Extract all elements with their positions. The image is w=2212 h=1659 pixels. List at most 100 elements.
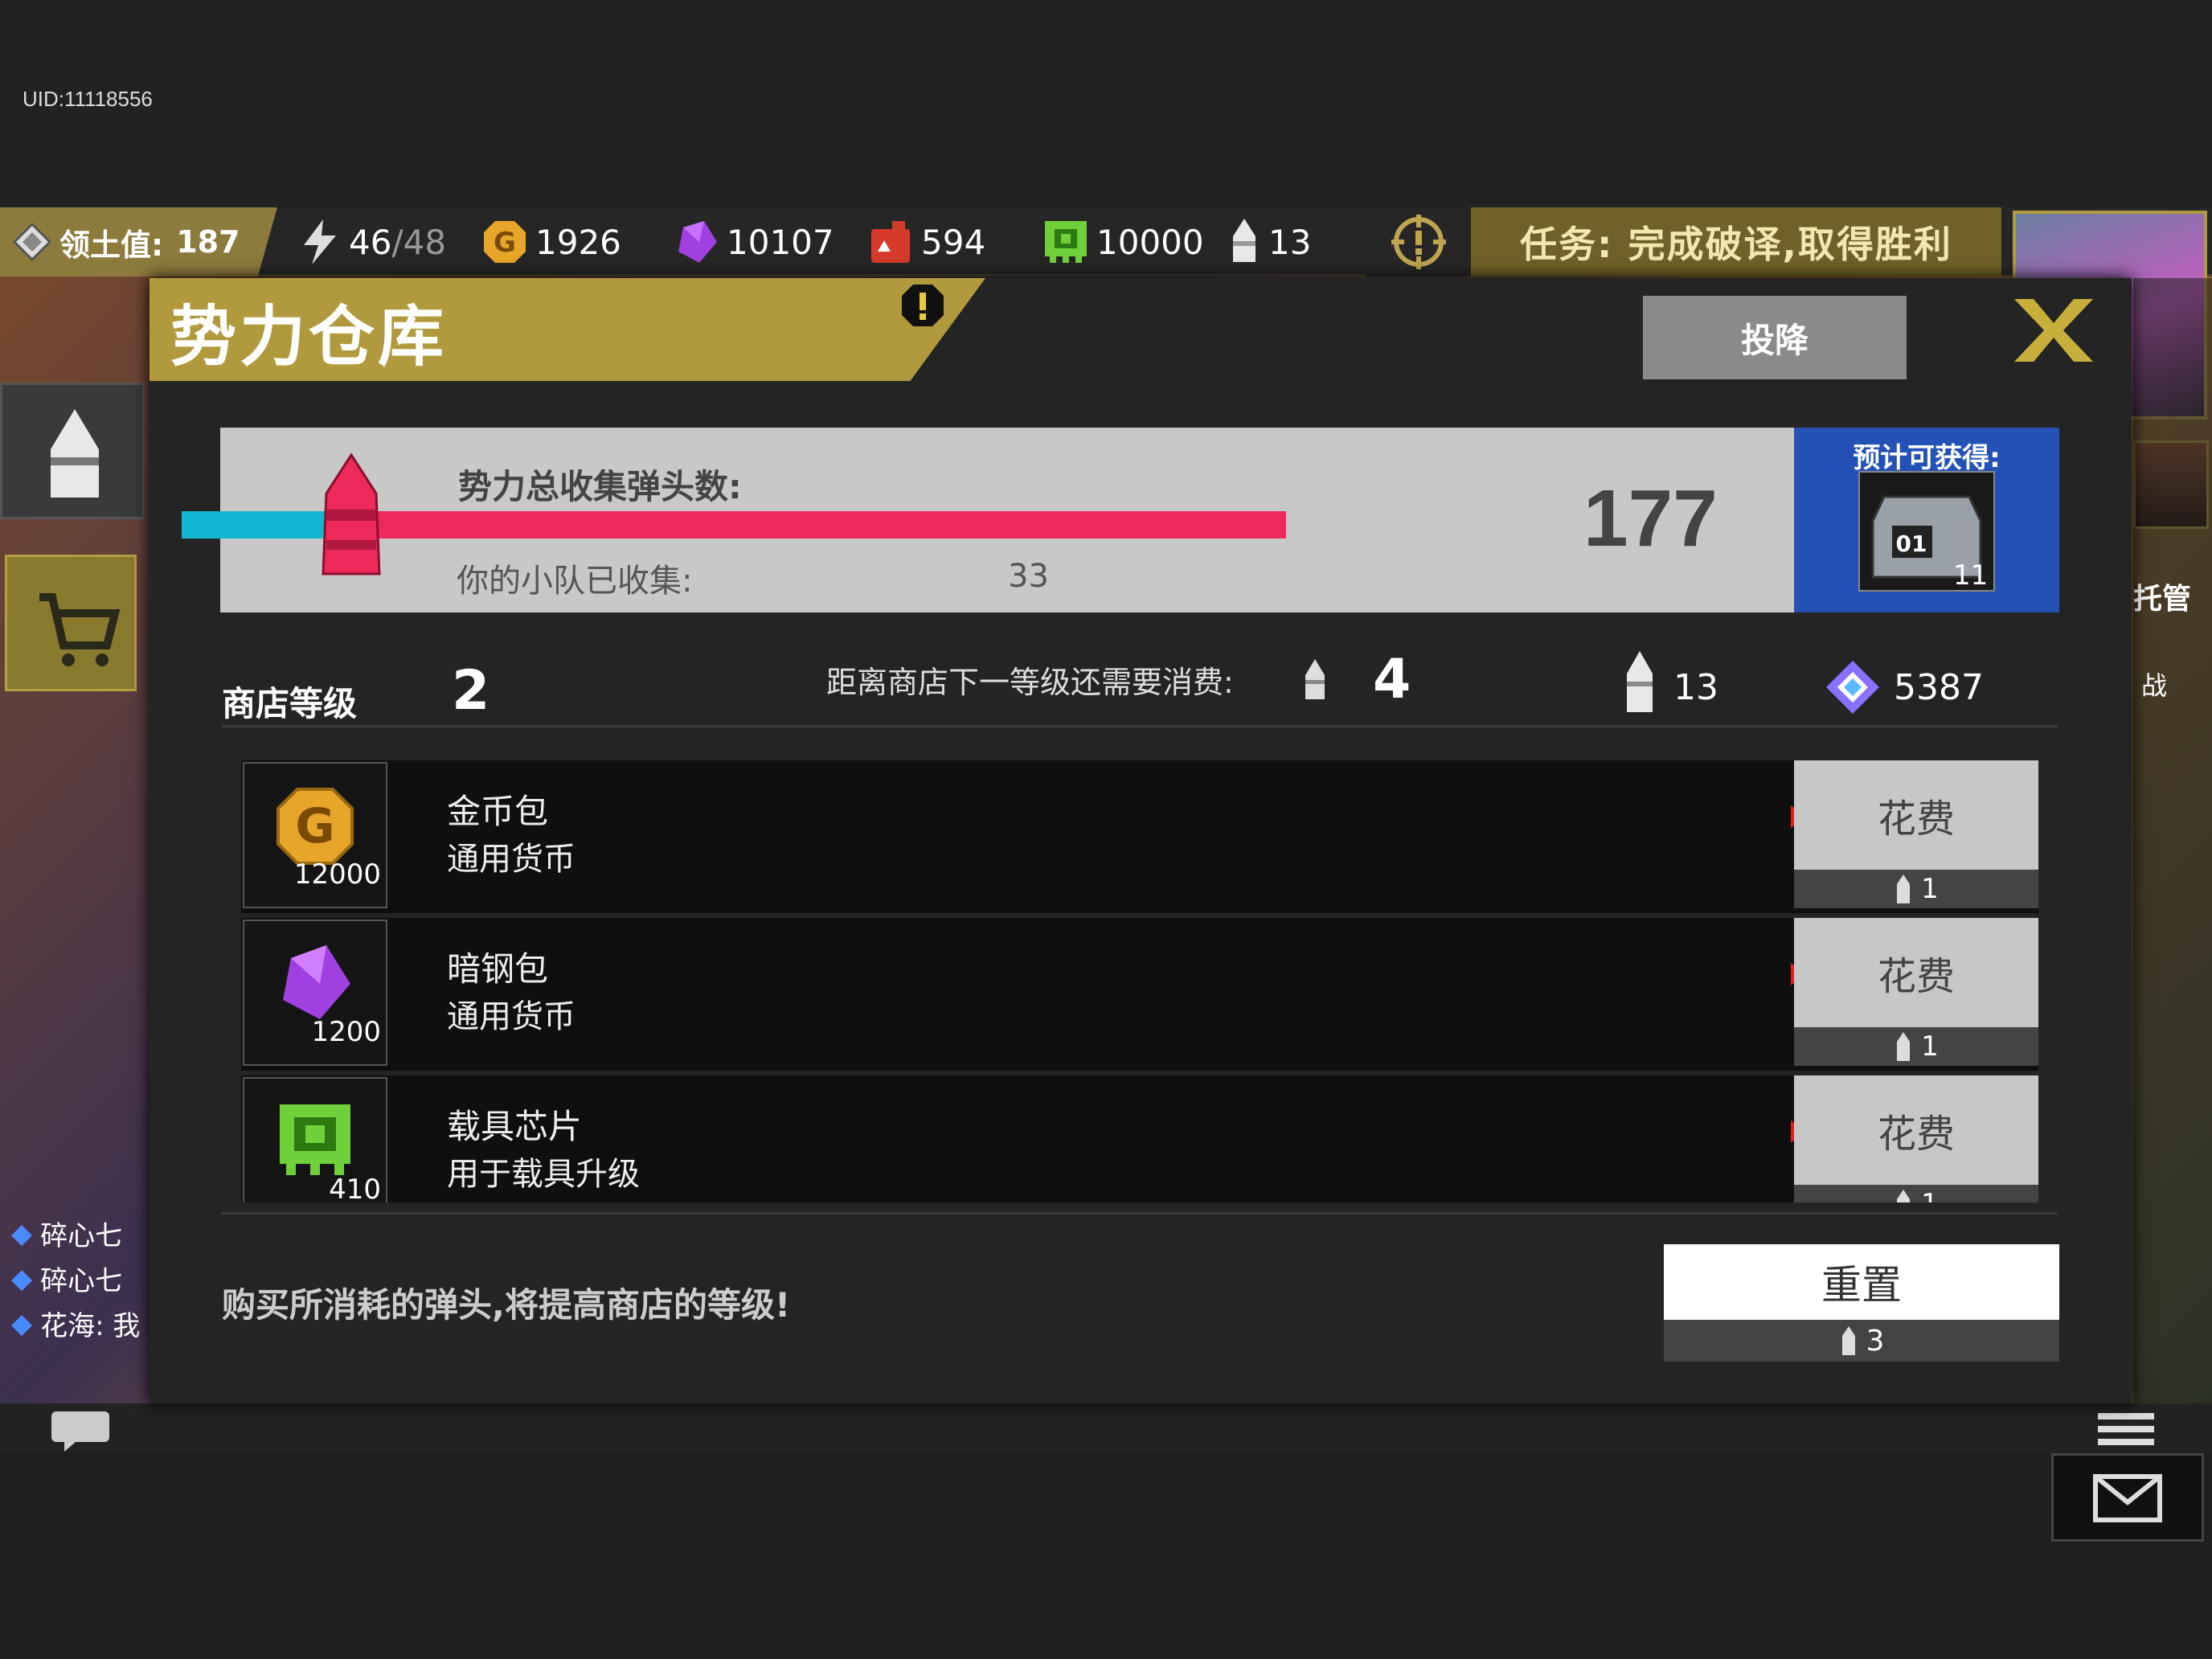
item-name: 金币包 (447, 792, 549, 831)
territory-icon (12, 222, 52, 262)
svg-text:G: G (295, 798, 334, 854)
warhead-icon (1305, 659, 1325, 699)
dark-steel-counter: 10107 (675, 207, 834, 276)
left-warhead-button[interactable] (0, 383, 145, 519)
top-black-band (0, 0, 2212, 207)
chat-line: ◆ 碎心七 (11, 1262, 123, 1298)
item-quantity: 12000 (293, 858, 381, 891)
left-shop-button[interactable] (5, 555, 137, 691)
uid-label: UID:11118556 (23, 87, 153, 111)
warhead-icon (1897, 1032, 1911, 1061)
right-side-panel (2133, 278, 2212, 1403)
dark-steel-icon (283, 945, 350, 1019)
mail-icon (2093, 1474, 2162, 1522)
chip-icon (280, 1104, 350, 1175)
auto-battle-label[interactable]: 托管 (2133, 576, 2191, 617)
shop-level-value: 2 (452, 659, 490, 723)
close-icon (2014, 299, 2093, 362)
dark-steel-value: 10107 (727, 222, 834, 262)
gem-icon (1826, 661, 1879, 714)
svg-text:G: G (494, 227, 516, 259)
warhead-icon (1627, 651, 1653, 712)
item-icon-frame: 1200 (243, 920, 387, 1066)
chips-counter: 10000 (1043, 207, 1204, 276)
surrender-button[interactable]: 投降 (1643, 296, 1907, 379)
buy-button[interactable]: 花费 (1794, 760, 2038, 870)
shop-item-row: G 12000 金币包 通用货币 花费 1 (241, 760, 2038, 913)
bottom-nav-bar (0, 1403, 2212, 1453)
shop-item-row: 410 载具芯片 用于载具升级 花费 1 (241, 1075, 2038, 1202)
warhead-icon (1233, 219, 1256, 262)
warheads-value: 13 (1268, 222, 1312, 262)
gold-coin-icon: G (276, 788, 354, 865)
energy-current: 46 (349, 222, 392, 262)
lightning-icon (304, 219, 336, 264)
battle-label[interactable]: 战 (2141, 666, 2167, 703)
total-collected-value: 177 (1583, 473, 1718, 563)
divider (222, 725, 2058, 727)
fuel-can-icon (871, 221, 910, 263)
shop-level-label: 商店等级 (222, 684, 358, 723)
next-level-cost-label: 距离商店下一等级还需要消费: (826, 665, 1234, 700)
chat-bubble-icon[interactable] (48, 1408, 113, 1453)
territory-badge: 领土值: 187 (0, 207, 277, 276)
item-quantity: 1200 (311, 1016, 381, 1048)
gold-coin-icon: G (484, 221, 526, 263)
shop-list[interactable]: G 12000 金币包 通用货币 花费 1 1200 暗钢包 通用货币 花费 1… (241, 760, 2038, 1202)
crosshair-icon (1391, 215, 1446, 269)
chips-value: 10000 (1096, 222, 1204, 262)
team-icon: ◆ (11, 1262, 33, 1295)
item-description: 通用货币 (447, 841, 576, 878)
mail-button[interactable] (2051, 1453, 2204, 1542)
team-collected-label: 你的小队已收集: (457, 563, 693, 600)
team-collected-value: 33 (1008, 558, 1049, 595)
item-description: 用于载具升级 (447, 1156, 640, 1193)
expected-reward-label: 预计可获得: (1853, 442, 2001, 474)
item-icon-frame: 410 (243, 1077, 387, 1202)
territory-value: 187 (176, 224, 240, 260)
gold-counter: G 1926 (482, 207, 621, 276)
warning-icon[interactable] (900, 283, 945, 328)
energy-counter: 46/48 (299, 207, 446, 276)
item-cost: 1 (1794, 1185, 2038, 1202)
item-cost: 1 (1794, 870, 2038, 908)
item-quantity: 410 (329, 1174, 381, 1202)
warhead-icon (1841, 1326, 1855, 1355)
cart-icon (39, 593, 121, 666)
divider (222, 1212, 2058, 1215)
svg-text:01: 01 (1896, 530, 1927, 557)
chat-line: ◆ 碎心七 (11, 1217, 123, 1253)
shop-item-row: 1200 暗钢包 通用货币 花费 1 (241, 918, 2038, 1071)
shop-hint-text: 购买所消耗的弹头,将提高商店的等级! (222, 1285, 791, 1325)
team-icon: ◆ (11, 1217, 33, 1250)
bottom-black-band (0, 1453, 2212, 1659)
chip-icon (1045, 221, 1087, 263)
fuel-value: 594 (921, 222, 986, 262)
quest-target-button[interactable] (1366, 207, 1471, 276)
item-cost: 1 (1794, 1027, 2038, 1066)
gold-value: 1926 (535, 222, 621, 262)
dark-steel-icon (678, 221, 717, 263)
reset-cost: 3 (1664, 1320, 2059, 1362)
menu-icon[interactable] (2098, 1411, 2154, 1447)
warhead-icon (1897, 1190, 1911, 1202)
reset-button[interactable]: 重置 (1664, 1244, 2059, 1320)
total-collected-label: 势力总收集弹头数: (458, 467, 742, 506)
energy-max: /48 (391, 222, 447, 262)
fuel-counter: 594 (868, 207, 985, 276)
buy-button[interactable]: 花费 (1794, 918, 2038, 1027)
territory-label: 领土值: (59, 227, 164, 263)
quest-banner[interactable]: 任务: 完成破译,取得胜利 (1471, 207, 2001, 276)
warhead-icon (51, 409, 99, 498)
item-description: 通用货币 (447, 998, 576, 1035)
panel-title: 势力仓库 (170, 299, 448, 375)
owned-warheads-value: 13 (1673, 667, 1718, 708)
buy-button[interactable]: 花费 (1794, 1075, 2038, 1185)
chat-feed[interactable]: ◆ 碎心七 ◆ 碎心七 ◆ 花海: 我 (11, 1206, 156, 1350)
next-level-cost-value: 4 (1373, 648, 1411, 711)
pink-warhead-icon (322, 453, 381, 576)
expected-reward-count: 11 (1953, 559, 1989, 592)
progress-bar-pink (330, 511, 1286, 539)
item-icon-frame: G 12000 (243, 762, 387, 908)
close-button[interactable] (2009, 294, 2098, 367)
